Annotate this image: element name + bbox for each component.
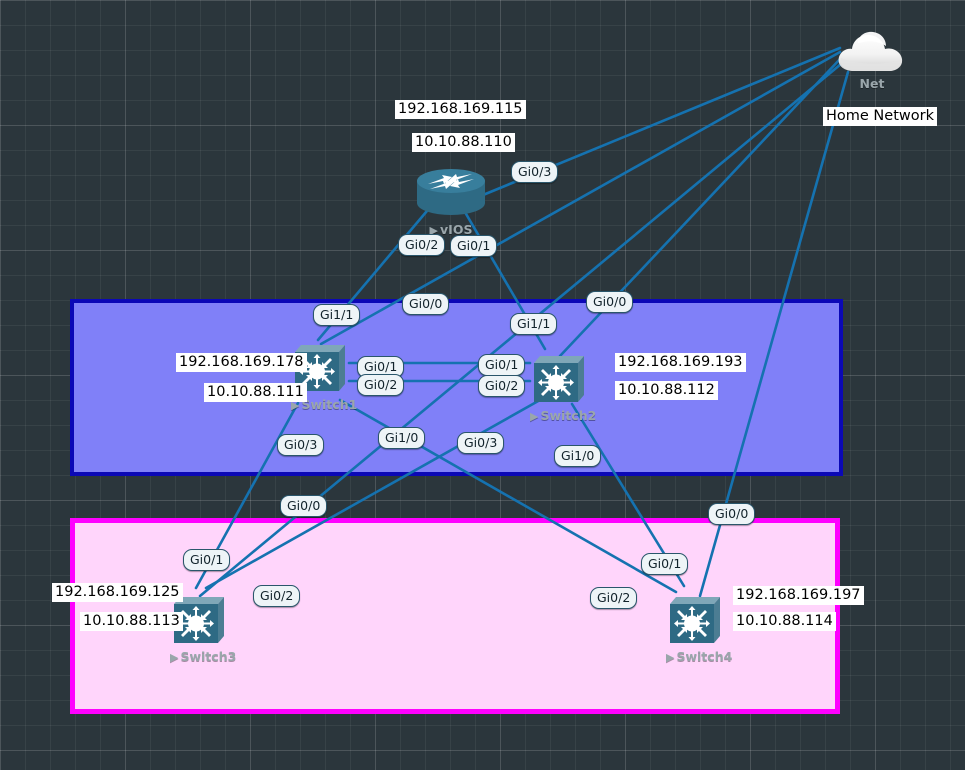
node-label-switch3: ▶Switch3 [170,649,236,664]
interface-label-sw4-gi00[interactable]: Gi0/0 [708,503,755,525]
ip-label-switch3-secondary[interactable]: 10.10.88.113 [80,612,183,631]
cloud-icon [836,27,908,75]
expand-triangle-icon[interactable]: ▶ [170,651,178,664]
node-cloud-net[interactable]: Net [836,27,908,91]
interface-label-sw1-gi02[interactable]: Gi0/2 [357,374,404,396]
switch-icon [530,351,586,407]
interface-label-sw4-gi02[interactable]: Gi0/2 [590,587,637,609]
interface-label-sw1-gi10[interactable]: Gi1/0 [378,427,425,449]
ip-label-switch2-secondary[interactable]: 10.10.88.112 [615,381,718,400]
interface-label-sw2-gi02[interactable]: Gi0/2 [478,375,525,397]
interface-label-sw3-gi02[interactable]: Gi0/2 [253,585,300,607]
interface-label-sw2-gi03[interactable]: Gi0/3 [457,432,504,454]
expand-triangle-icon[interactable]: ▶ [666,651,674,664]
interface-label-sw3-gi00[interactable]: Gi0/0 [280,495,327,517]
expand-triangle-icon[interactable]: ▶ [530,410,538,423]
interface-label-sw1-gi03[interactable]: Gi0/3 [277,434,324,456]
interface-label-sw2-gi10[interactable]: Gi1/0 [554,445,601,467]
interface-label-sw2-gi11[interactable]: Gi1/1 [510,313,557,335]
interface-label-sw2-gi01[interactable]: Gi0/1 [478,354,525,376]
interface-label-sw3-gi01[interactable]: Gi0/1 [183,549,230,571]
interface-label-rtr-gi01[interactable]: Gi0/1 [450,235,497,257]
interface-label-rtr-gi03[interactable]: Gi0/3 [511,161,558,183]
switch-icon [666,592,722,648]
ip-label-switch4-primary[interactable]: 192.168.169.197 [733,586,864,605]
ip-label-switch4-secondary[interactable]: 10.10.88.114 [733,612,836,631]
router-icon [414,163,488,221]
node-switch4[interactable]: ▶Switch4 [666,592,732,664]
ip-label-switch1-secondary[interactable]: 10.10.88.111 [204,383,307,402]
node-switch2[interactable]: ▶Switch2 [530,351,596,423]
ip-label-switch2-primary[interactable]: 192.168.169.193 [615,353,746,372]
interface-label-sw1-gi00[interactable]: Gi0/0 [402,293,449,315]
ip-label-router-secondary[interactable]: 10.10.88.110 [412,133,515,152]
interface-label-sw2-gi00[interactable]: Gi0/0 [586,291,633,313]
link-switch2-switch3[interactable] [206,400,540,588]
ip-label-router-primary[interactable]: 192.168.169.115 [395,100,526,119]
interface-label-rtr-gi02[interactable]: Gi0/2 [398,234,445,256]
interface-label-sw1-gi11[interactable]: Gi1/1 [313,304,360,326]
link-cloud-switch1[interactable] [321,52,840,344]
node-label-switch2: ▶Switch2 [530,408,596,423]
topology-canvas[interactable]: Net ▶vIOS [0,0,965,770]
node-label-cloud: Net [836,76,908,91]
ip-label-switch3-primary[interactable]: 192.168.169.125 [52,583,183,602]
ip-label-switch1-primary[interactable]: 192.168.169.178 [176,353,307,372]
interface-label-sw4-gi01[interactable]: Gi0/1 [641,553,688,575]
node-router-vios[interactable]: ▶vIOS [414,163,488,237]
node-label-switch4: ▶Switch4 [666,649,732,664]
text-label-home-network[interactable]: Home Network [823,107,937,126]
